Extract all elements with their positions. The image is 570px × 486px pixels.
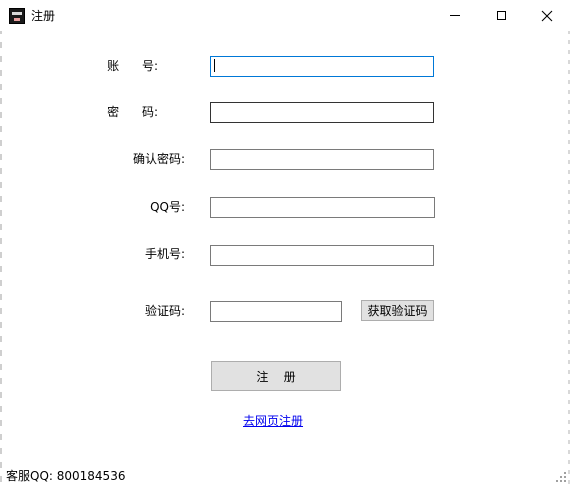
- app-logo-icon: [9, 8, 25, 24]
- get-code-button[interactable]: 获取验证码: [361, 300, 434, 321]
- maximize-button[interactable]: [478, 0, 524, 31]
- window-title: 注册: [31, 9, 56, 23]
- password-label: 密 码:: [107, 105, 158, 119]
- web-register-link[interactable]: 去网页注册: [243, 413, 303, 429]
- phone-label: 手机号:: [144, 247, 185, 261]
- window-left-edge: [0, 0, 2, 486]
- close-icon: [541, 10, 553, 21]
- confirm-password-label: 确认密码:: [132, 152, 185, 166]
- close-button[interactable]: [524, 0, 570, 31]
- maximize-icon: [496, 11, 506, 20]
- account-input[interactable]: [210, 56, 434, 77]
- code-label: 验证码:: [144, 304, 185, 318]
- register-button[interactable]: 注 册: [211, 361, 341, 391]
- qq-label: QQ号:: [150, 200, 185, 214]
- minimize-icon: [450, 15, 460, 16]
- qq-input[interactable]: [210, 197, 435, 218]
- account-label: 账 号:: [107, 59, 158, 73]
- phone-input[interactable]: [210, 245, 434, 266]
- register-window: 注册 账 号: 密 码: 确认密码: QQ号: 手机号: 验证码: 获取验证码 …: [0, 0, 570, 486]
- resize-grip-icon[interactable]: [556, 472, 566, 482]
- minimize-button[interactable]: [432, 0, 478, 31]
- support-qq-text: 客服QQ: 800184536: [6, 469, 126, 483]
- password-input[interactable]: [210, 102, 434, 123]
- confirm-password-input[interactable]: [210, 149, 434, 170]
- text-caret: [214, 59, 215, 72]
- title-bar: 注册: [0, 0, 570, 31]
- verification-code-input[interactable]: [210, 301, 342, 322]
